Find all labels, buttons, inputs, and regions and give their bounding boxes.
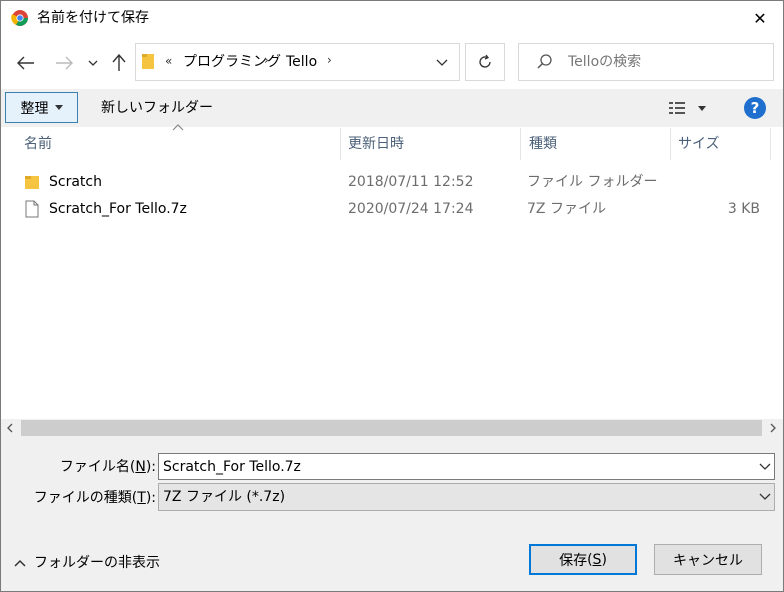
column-header-size[interactable]: サイズ <box>678 128 720 160</box>
save-accesskey: S <box>592 551 602 568</box>
file-icon <box>25 200 39 218</box>
chevron-left-icon <box>7 423 13 433</box>
column-divider[interactable] <box>670 128 671 160</box>
filetype-select[interactable]: 7Z ファイル (*.7z) <box>158 483 775 511</box>
refresh-button[interactable] <box>465 43 505 81</box>
back-button[interactable] <box>12 50 40 76</box>
view-details-icon[interactable] <box>668 99 688 117</box>
file-row[interactable]: Scratch 2018/07/11 12:52 ファイル フォルダー <box>16 169 766 195</box>
new-folder-button[interactable]: 新しいフォルダー <box>101 99 213 117</box>
arrow-up-icon <box>112 54 126 71</box>
file-date: 2020/07/24 17:24 <box>348 201 474 217</box>
file-type: 7Z ファイル <box>527 201 606 217</box>
scroll-left-button[interactable] <box>3 420 17 436</box>
up-button[interactable] <box>106 50 132 76</box>
address-overflow-button[interactable]: « <box>165 54 172 68</box>
column-header-type[interactable]: 種類 <box>529 128 557 160</box>
file-type: ファイル フォルダー <box>527 174 658 190</box>
recent-locations-button[interactable] <box>84 54 102 72</box>
arrow-left-icon <box>17 56 34 70</box>
organize-label: 整理 <box>20 100 49 117</box>
folder-icon <box>142 54 154 69</box>
filename-label: ファイル名(N): <box>59 459 156 475</box>
chevron-down-icon <box>88 60 98 66</box>
filetype-value: 7Z ファイル (*.7z) <box>163 489 286 505</box>
file-date: 2018/07/11 12:52 <box>348 174 474 190</box>
chrome-app-icon <box>11 10 28 26</box>
column-header-date[interactable]: 更新日時 <box>348 128 404 160</box>
chevron-up-icon <box>14 559 26 567</box>
file-row[interactable]: Scratch_For Tello.7z 2020/07/24 17:24 7Z… <box>16 196 766 222</box>
filename-input[interactable]: Scratch_For Tello.7z <box>158 453 775 480</box>
cancel-button[interactable]: キャンセル <box>654 544 762 575</box>
refresh-icon <box>479 54 491 68</box>
sort-ascending-icon <box>172 124 184 131</box>
chevron-down-icon <box>436 59 448 66</box>
chevron-down-icon[interactable] <box>758 462 772 472</box>
filetype-label: ファイルの種類(T): <box>33 490 156 506</box>
address-history-button[interactable] <box>432 52 452 72</box>
breadcrumb-separator[interactable]: › <box>264 53 269 67</box>
close-icon: ✕ <box>753 8 767 28</box>
column-divider[interactable] <box>340 128 341 160</box>
file-size: 3 KB <box>727 201 760 217</box>
file-name: Scratch <box>49 174 102 190</box>
column-divider[interactable] <box>520 128 521 160</box>
window-title: 名前を付けて保存 <box>37 10 149 26</box>
file-name: Scratch_For Tello.7z <box>49 201 187 217</box>
breadcrumb-item-current[interactable]: Tello <box>286 53 317 71</box>
help-button[interactable]: ? <box>744 97 766 119</box>
scroll-right-button[interactable] <box>766 420 780 436</box>
save-button[interactable]: 保存(S) <box>529 544 637 575</box>
filename-value: Scratch_For Tello.7z <box>163 459 301 475</box>
search-box[interactable] <box>518 43 774 81</box>
column-header-name[interactable]: 名前 <box>24 128 52 160</box>
search-input[interactable]: Telloの検索 <box>568 53 641 71</box>
organize-button[interactable]: 整理 <box>5 92 78 123</box>
chevron-down-icon[interactable] <box>758 492 772 502</box>
hide-folders-toggle[interactable]: フォルダーの非表示 <box>14 554 160 572</box>
scrollbar-thumb[interactable] <box>21 420 762 436</box>
chevron-right-icon <box>770 423 776 433</box>
column-divider[interactable] <box>770 128 771 160</box>
caret-down-icon <box>54 105 63 110</box>
search-icon <box>537 54 552 69</box>
caret-down-icon[interactable] <box>697 103 707 113</box>
arrow-right-icon <box>56 56 73 70</box>
close-button[interactable]: ✕ <box>737 1 783 35</box>
breadcrumb-separator[interactable]: › <box>327 53 332 67</box>
save-label: 保存 <box>559 552 588 569</box>
hide-folders-label: フォルダーの非表示 <box>34 555 160 571</box>
forward-button[interactable] <box>50 50 78 76</box>
folder-icon <box>25 176 39 189</box>
